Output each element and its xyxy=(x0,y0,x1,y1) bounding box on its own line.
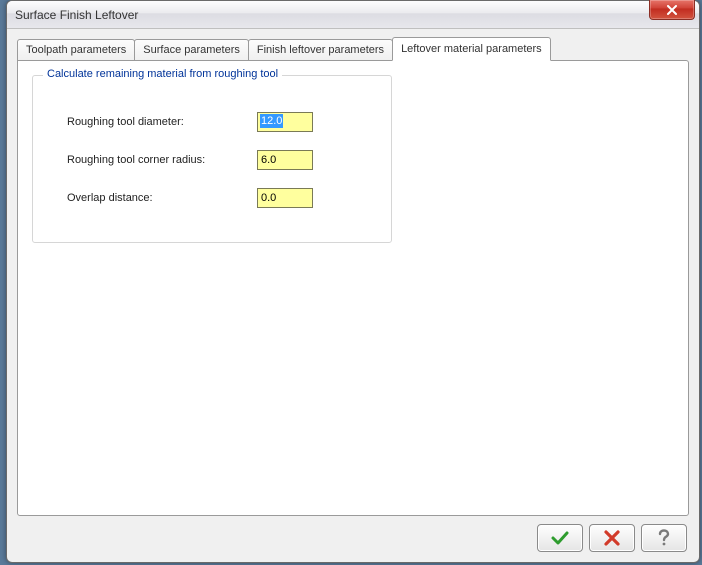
help-button[interactable] xyxy=(641,524,687,552)
group-calculate-remaining: Calculate remaining material from roughi… xyxy=(32,75,392,243)
check-icon xyxy=(550,530,570,546)
row-roughing-diameter: Roughing tool diameter: 12.0 xyxy=(67,112,375,132)
button-bar xyxy=(17,516,689,552)
ok-button[interactable] xyxy=(537,524,583,552)
dialog-window: Surface Finish Leftover Toolpath paramet… xyxy=(6,0,700,563)
tab-toolpath-parameters[interactable]: Toolpath parameters xyxy=(17,39,135,61)
close-icon xyxy=(666,5,678,15)
x-icon xyxy=(604,530,620,546)
titlebar: Surface Finish Leftover xyxy=(7,1,699,29)
client-area: Toolpath parameters Surface parameters F… xyxy=(7,29,699,562)
row-corner-radius: Roughing tool corner radius: xyxy=(67,150,375,170)
row-overlap-distance: Overlap distance: xyxy=(67,188,375,208)
group-legend: Calculate remaining material from roughi… xyxy=(43,68,282,80)
label-roughing-diameter: Roughing tool diameter: xyxy=(67,116,257,128)
close-button[interactable] xyxy=(649,0,695,20)
input-overlap-distance[interactable] xyxy=(257,188,313,208)
label-corner-radius: Roughing tool corner radius: xyxy=(67,154,257,166)
tab-leftover-material-parameters[interactable]: Leftover material parameters xyxy=(392,37,551,61)
tab-surface-parameters[interactable]: Surface parameters xyxy=(134,39,249,61)
tab-panel: Calculate remaining material from roughi… xyxy=(17,60,689,516)
tab-finish-leftover-parameters[interactable]: Finish leftover parameters xyxy=(248,39,393,61)
cancel-button[interactable] xyxy=(589,524,635,552)
input-roughing-diameter[interactable] xyxy=(257,112,313,132)
label-overlap-distance: Overlap distance: xyxy=(67,192,257,204)
input-corner-radius[interactable] xyxy=(257,150,313,170)
tabstrip: Toolpath parameters Surface parameters F… xyxy=(17,37,689,61)
question-icon xyxy=(657,529,671,547)
window-title: Surface Finish Leftover xyxy=(15,8,138,22)
